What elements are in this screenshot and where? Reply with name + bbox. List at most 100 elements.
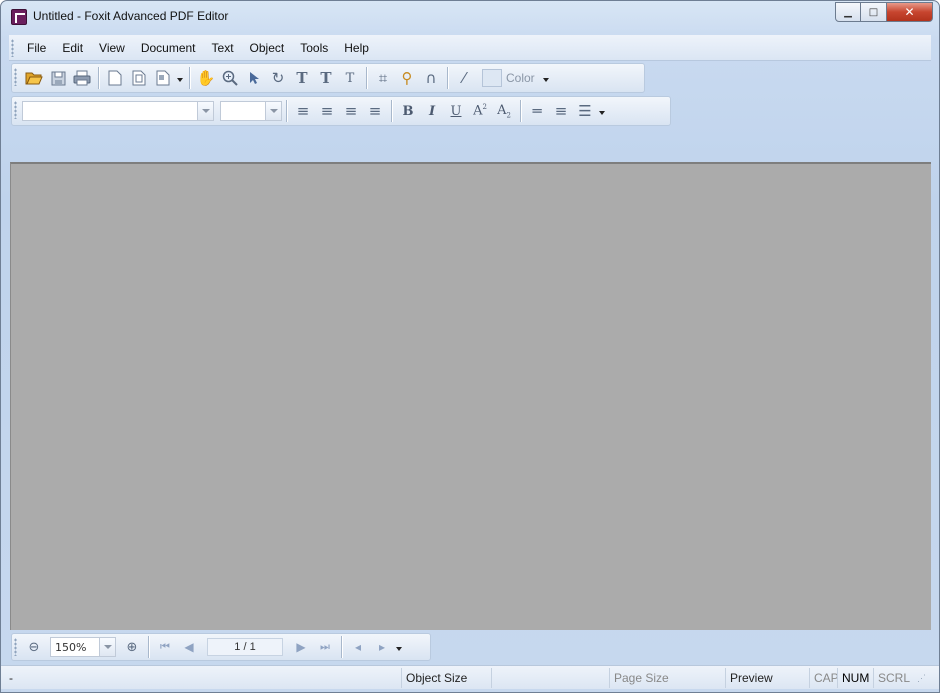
toolbar-separator — [341, 636, 342, 658]
status-bar: - Object Size Page Size Preview CAP NUM … — [1, 665, 939, 689]
rotate-button[interactable]: ↻ — [266, 67, 290, 89]
toolbar-grip[interactable] — [14, 638, 17, 656]
first-page-button[interactable]: ⏮ — [153, 636, 177, 658]
status-num: NUM — [837, 667, 873, 688]
page-number-field[interactable]: 1 / 1 — [207, 638, 283, 656]
subscript-button[interactable]: A2 — [492, 100, 516, 122]
hand-tool-button[interactable]: ✋ — [194, 67, 218, 89]
font-size-select[interactable] — [220, 101, 282, 121]
link-button[interactable]: ⚲ — [395, 67, 419, 89]
save-button[interactable] — [46, 67, 70, 89]
maximize-button[interactable]: □ — [861, 2, 887, 22]
close-button[interactable]: ✕ — [887, 2, 933, 22]
page-properties-button[interactable] — [127, 67, 151, 89]
line-spacing-1-button[interactable]: ═ — [525, 100, 549, 122]
bold-button[interactable]: B — [396, 100, 420, 122]
color-dropdown[interactable] — [541, 67, 551, 89]
font-select[interactable] — [22, 101, 214, 121]
print-icon — [73, 70, 91, 86]
page-layout-icon — [156, 70, 170, 86]
color-swatch[interactable] — [482, 69, 502, 87]
toolbar-grip[interactable] — [14, 68, 17, 86]
menu-file[interactable]: File — [19, 41, 54, 55]
document-canvas[interactable] — [10, 162, 931, 630]
text-tool-button[interactable]: T — [290, 67, 314, 89]
hand-icon: ✋ — [196, 69, 216, 87]
open-folder-icon — [25, 72, 43, 85]
menu-document[interactable]: Document — [133, 41, 204, 55]
zoom-in-icon — [222, 70, 238, 86]
color-label[interactable]: Color — [506, 71, 535, 85]
last-page-button[interactable]: ⏭ — [313, 636, 337, 658]
page-frame-icon — [132, 70, 146, 86]
toolbar-grip[interactable] — [14, 101, 17, 119]
page-layout-button[interactable] — [151, 67, 175, 89]
line-spacing-2-button[interactable]: ≡ — [549, 100, 573, 122]
new-page-button[interactable] — [103, 67, 127, 89]
zoom-select[interactable]: 150% — [50, 637, 116, 657]
zoom-in-icon: ⊕ — [126, 639, 138, 655]
menu-edit[interactable]: Edit — [54, 41, 91, 55]
title-bar[interactable]: Untitled - Foxit Advanced PDF Editor ▁ □… — [1, 1, 939, 31]
text-object-button[interactable]: T — [314, 67, 338, 89]
zoom-in-button[interactable]: ⊕ — [120, 636, 144, 658]
align-justify-button[interactable]: ≡ — [363, 100, 387, 122]
status-scrl: SCRL — [873, 667, 913, 688]
close-icon: ✕ — [904, 5, 915, 19]
menu-object[interactable]: Object — [242, 41, 293, 55]
toolbar-separator — [447, 67, 448, 89]
underline-button[interactable]: U — [444, 100, 468, 122]
align-left-icon: ≡ — [296, 102, 310, 120]
curve-icon: ∩ — [425, 69, 437, 87]
status-preview: Preview — [725, 667, 809, 688]
status-object-size-value — [491, 667, 609, 688]
align-left-button[interactable]: ≡ — [291, 100, 315, 122]
toolbar-grip[interactable] — [11, 39, 14, 57]
chevron-down-icon[interactable] — [99, 638, 115, 656]
status-left: - — [9, 670, 13, 685]
crop-button[interactable]: ⌗ — [371, 67, 395, 89]
more-tools-dropdown[interactable] — [175, 67, 185, 89]
previous-page-button[interactable]: ◀ — [177, 636, 201, 658]
toolbar-separator — [286, 100, 287, 122]
zoom-tool-button[interactable] — [218, 67, 242, 89]
nav-more-dropdown[interactable] — [394, 636, 404, 658]
arrow-pointer-icon — [250, 72, 259, 84]
align-center-icon: ≡ — [320, 102, 334, 120]
align-center-button[interactable]: ≡ — [315, 100, 339, 122]
italic-button[interactable]: I — [420, 100, 444, 122]
back-view-button[interactable]: ◂ — [346, 636, 370, 658]
navigation-toolbar: ⊖ 150% ⊕ ⏮ ◀ 1 / 1 ▶ ⏭ ◂ ▸ — [11, 633, 431, 661]
line-spacing-3-button[interactable]: ☰ — [573, 100, 597, 122]
window-controls: ▁ □ ✕ — [835, 2, 933, 22]
crop-icon: ⌗ — [378, 69, 388, 87]
superscript-icon: A2 — [473, 103, 487, 119]
menu-text[interactable]: Text — [204, 41, 242, 55]
print-button[interactable] — [70, 67, 94, 89]
superscript-button[interactable]: A2 — [468, 100, 492, 122]
zoom-out-button[interactable]: ⊖ — [22, 636, 46, 658]
chevron-down-icon[interactable] — [197, 102, 213, 120]
link-icon: ⚲ — [401, 69, 413, 87]
select-tool-button[interactable] — [242, 67, 266, 89]
open-button[interactable] — [22, 67, 46, 89]
next-page-button[interactable]: ▶ — [289, 636, 313, 658]
menu-tools[interactable]: Tools — [292, 41, 336, 55]
maximize-icon: □ — [868, 6, 879, 18]
italic-icon: I — [428, 103, 436, 119]
minimize-button[interactable]: ▁ — [835, 2, 861, 22]
eyedropper-button[interactable]: ⁄ — [452, 67, 476, 89]
menu-view[interactable]: View — [91, 41, 133, 55]
chevron-down-icon[interactable] — [265, 102, 281, 120]
menu-help[interactable]: Help — [336, 41, 377, 55]
text-format-button[interactable]: T — [338, 67, 362, 89]
eyedropper-icon: ⁄ — [462, 69, 466, 87]
curve-button[interactable]: ∩ — [419, 67, 443, 89]
forward-view-button[interactable]: ▸ — [370, 636, 394, 658]
format-more-dropdown[interactable] — [597, 100, 607, 122]
app-logo-icon[interactable] — [11, 9, 27, 25]
next-page-icon: ▶ — [296, 640, 306, 654]
align-right-button[interactable]: ≡ — [339, 100, 363, 122]
zoom-value: 150% — [55, 640, 87, 654]
resize-grip-icon[interactable]: ⋰ — [913, 668, 929, 688]
